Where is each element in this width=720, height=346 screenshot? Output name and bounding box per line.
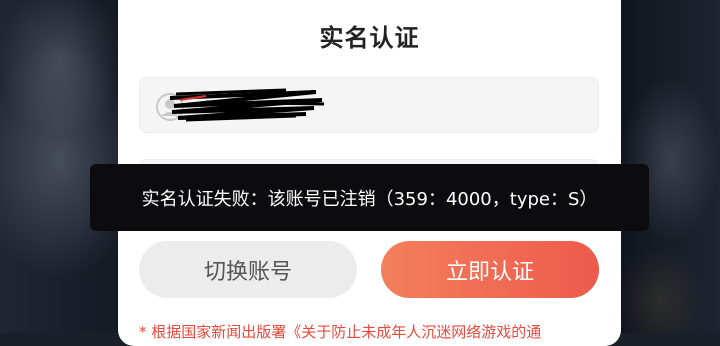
error-toast: 实名认证失败：该账号已注销（359：4000，type：S） — [90, 164, 649, 231]
error-toast-message: 实名认证失败：该账号已注销（359：4000，type：S） — [141, 188, 598, 210]
verify-now-button[interactable]: 立即认证 — [381, 241, 599, 298]
dialog-title: 实名认证 — [319, 24, 420, 52]
redaction-scribble — [169, 88, 325, 122]
switch-account-button[interactable]: 切换账号 — [139, 241, 357, 298]
account-field[interactable] — [139, 77, 599, 133]
regulation-notice: * 根据国家新闻出版署《关于防止未成年人沉迷网络游戏的通 — [139, 323, 542, 341]
